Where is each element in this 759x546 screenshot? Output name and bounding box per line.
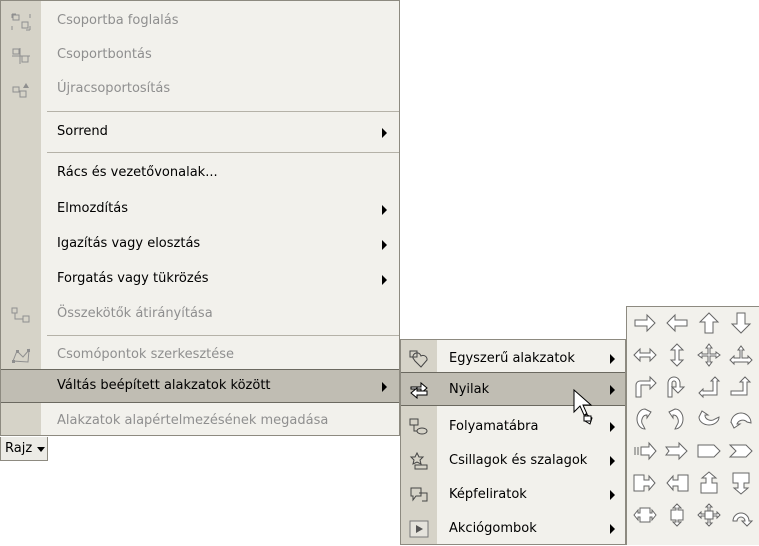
curved-up-arrow-icon[interactable] <box>695 405 723 433</box>
separator <box>47 152 399 153</box>
menu-item-edit-points[interactable]: Csomópontok szerkesztése <box>1 339 399 373</box>
right-arrow-icon[interactable] <box>631 309 659 337</box>
submenu-item-label: Folyamatábra <box>449 419 539 434</box>
left-right-arrow-icon[interactable] <box>631 341 659 369</box>
draw-menu: Csoportba foglalás Csoportbontás Újracso… <box>0 0 400 436</box>
right-arrow-callout-icon[interactable] <box>631 469 659 497</box>
menu-item-label: Alakzatok alapértelmezésének megadása <box>57 413 329 428</box>
menu-item-label: Újracsoportosítás <box>57 81 171 96</box>
u-turn-arrow-icon[interactable] <box>663 373 691 401</box>
submenu-arrow-icon <box>382 240 387 250</box>
menu-item-label: Váltás beépített alakzatok között <box>57 378 271 393</box>
menu-item-label: Elmozdítás <box>57 201 128 216</box>
circular-arrow-icon[interactable] <box>727 501 755 529</box>
curved-left-arrow-icon[interactable] <box>663 405 691 433</box>
draw-menu-button-label: Rajz <box>5 441 33 456</box>
menu-item-regroup[interactable]: Újracsoportosítás <box>1 73 399 107</box>
reroute-connectors-icon <box>11 306 31 324</box>
submenu-arrow-icon <box>382 382 387 392</box>
menu-item-order[interactable]: Sorrend <box>1 116 399 150</box>
submenu-arrow-icon <box>610 354 615 364</box>
submenu-item-label: Csillagok és szalagok <box>449 453 588 468</box>
bent-arrow-icon[interactable] <box>631 373 659 401</box>
action-buttons-icon <box>409 520 429 538</box>
menu-item-rotate-flip[interactable]: Forgatás vagy tükrözés <box>1 263 399 297</box>
menu-item-align-distribute[interactable]: Igazítás vagy elosztás <box>1 228 399 262</box>
menu-item-label: Csomópontok szerkesztése <box>57 347 235 362</box>
curved-down-arrow-icon[interactable] <box>727 405 755 433</box>
menu-item-label: Csoportba foglalás <box>57 13 179 28</box>
autoshape-submenu: Egyszerű alakzatok Nyilak Folyamatábra C… <box>400 339 626 545</box>
chevron-arrow-icon[interactable] <box>727 437 755 465</box>
menu-item-label: Csoportbontás <box>57 47 152 62</box>
submenu-arrow-icon <box>610 524 615 534</box>
submenu-arrow-icon <box>382 128 387 138</box>
menu-item-label: Összekötők átirányítása <box>57 306 213 321</box>
pentagon-arrow-icon[interactable] <box>695 437 723 465</box>
menu-item-change-autoshape[interactable]: Váltás beépített alakzatok között <box>1 369 399 403</box>
menu-item-grid-guides[interactable]: Rács és vezetővonalak... <box>1 157 399 191</box>
draw-menu-button[interactable]: Rajz <box>0 437 48 461</box>
menu-item-nudge[interactable]: Elmozdítás <box>1 193 399 227</box>
up-arrow-icon[interactable] <box>695 309 723 337</box>
submenu-arrow-icon <box>610 490 615 500</box>
menu-item-label: Igazítás vagy elosztás <box>57 236 201 251</box>
group-icon <box>11 13 31 31</box>
submenu-item-label: Egyszerű alakzatok <box>449 351 575 366</box>
submenu-arrow-icon <box>610 456 615 466</box>
submenu-arrow-icon <box>610 422 615 432</box>
block-arrows-icon <box>409 381 429 399</box>
up-down-arrow-callout-icon[interactable] <box>663 501 691 529</box>
up-down-arrow-icon[interactable] <box>663 341 691 369</box>
regroup-icon <box>11 81 31 99</box>
submenu-item-stars-banners[interactable]: Csillagok és szalagok <box>401 444 625 478</box>
notched-right-arrow-icon[interactable] <box>663 437 691 465</box>
bent-up-arrow-icon[interactable] <box>727 373 755 401</box>
submenu-item-callouts[interactable]: Képfeliratok <box>401 478 625 512</box>
chevron-down-icon <box>37 447 45 452</box>
submenu-item-label: Nyilak <box>449 382 490 397</box>
quad-arrow-icon[interactable] <box>695 341 723 369</box>
menu-item-label: Rács és vezetővonalak... <box>57 165 218 180</box>
mouse-cursor-icon <box>572 388 602 428</box>
left-right-arrow-callout-icon[interactable] <box>631 501 659 529</box>
menu-item-ungroup[interactable]: Csoportbontás <box>1 39 399 73</box>
submenu-item-basic-shapes[interactable]: Egyszerű alakzatok <box>401 342 625 376</box>
separator <box>47 111 399 112</box>
menu-item-reroute-connectors[interactable]: Összekötők átirányítása <box>1 298 399 332</box>
flowchart-icon <box>409 418 429 436</box>
submenu-arrow-icon <box>382 205 387 215</box>
ungroup-icon <box>11 47 31 65</box>
menu-item-label: Forgatás vagy tükrözés <box>57 271 209 286</box>
basic-shapes-icon <box>409 350 429 368</box>
block-arrows-palette <box>626 306 759 545</box>
submenu-item-action-buttons[interactable]: Akciógombok <box>401 512 625 546</box>
callouts-icon <box>409 486 429 504</box>
striped-right-arrow-icon[interactable] <box>631 437 659 465</box>
submenu-item-label: Akciógombok <box>449 521 537 536</box>
menu-item-group[interactable]: Csoportba foglalás <box>1 5 399 39</box>
left-right-up-arrow-icon[interactable] <box>727 341 755 369</box>
stars-banners-icon <box>409 452 429 470</box>
submenu-arrow-icon <box>382 275 387 285</box>
separator <box>47 335 399 336</box>
down-arrow-callout-icon[interactable] <box>727 469 755 497</box>
submenu-item-label: Képfeliratok <box>449 487 527 502</box>
left-up-arrow-icon[interactable] <box>695 373 723 401</box>
menu-item-set-autoshape-defaults[interactable]: Alakzatok alapértelmezésének megadása <box>1 405 399 439</box>
submenu-arrow-icon <box>610 385 615 395</box>
menu-item-label: Sorrend <box>57 124 108 139</box>
up-arrow-callout-icon[interactable] <box>695 469 723 497</box>
quad-arrow-callout-icon[interactable] <box>695 501 723 529</box>
down-arrow-icon[interactable] <box>727 309 755 337</box>
curved-right-arrow-icon[interactable] <box>631 405 659 433</box>
left-arrow-callout-icon[interactable] <box>663 469 691 497</box>
edit-points-icon <box>11 347 31 365</box>
left-arrow-icon[interactable] <box>663 309 691 337</box>
